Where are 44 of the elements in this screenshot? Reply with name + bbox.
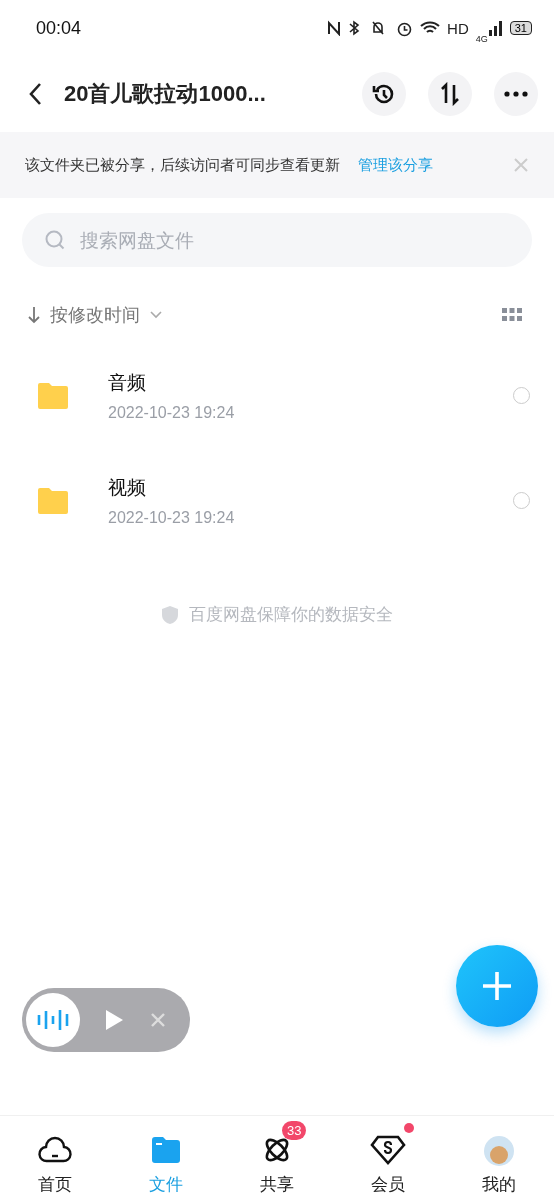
folder-title: 20首儿歌拉动1000... bbox=[64, 80, 267, 108]
folder-row[interactable]: 视频 2022-10-23 19:24 bbox=[0, 448, 554, 553]
folder-date: 2022-10-23 19:24 bbox=[108, 403, 236, 422]
cloud-icon bbox=[38, 1136, 73, 1164]
chevron-icon bbox=[150, 311, 162, 319]
folder-date: 2022-10-23 19:24 bbox=[108, 508, 236, 527]
hd-label: HD bbox=[447, 19, 469, 37]
close-icon[interactable] bbox=[150, 1012, 166, 1028]
folder-icon bbox=[151, 1136, 182, 1164]
bluetooth-icon bbox=[348, 20, 361, 36]
down-arrow-icon bbox=[28, 306, 40, 324]
nav-tab[interactable]: 33 共享 bbox=[221, 1116, 333, 1200]
status-time: 00:04 bbox=[36, 17, 82, 39]
signal-icon bbox=[488, 20, 503, 36]
history-button[interactable] bbox=[362, 72, 406, 116]
back-icon[interactable] bbox=[28, 82, 42, 106]
folder-name: 音频 bbox=[108, 369, 147, 395]
folder-icon bbox=[36, 485, 70, 516]
avatar-icon bbox=[481, 1133, 516, 1167]
nav-tab[interactable]: 首页 bbox=[0, 1116, 111, 1200]
shield-icon bbox=[161, 604, 179, 625]
close-icon[interactable] bbox=[514, 158, 528, 172]
search-icon bbox=[44, 229, 66, 251]
battery-level: 31 bbox=[509, 21, 532, 35]
diamond-icon bbox=[369, 1135, 406, 1165]
security-note: 百度网盘保障你的数据安全 bbox=[189, 603, 393, 626]
plus-icon bbox=[481, 970, 513, 1002]
nfc-icon bbox=[327, 20, 342, 36]
grid-view-icon[interactable] bbox=[502, 308, 522, 322]
network-label: 4G bbox=[475, 34, 488, 44]
play-icon[interactable] bbox=[104, 1008, 124, 1032]
folder-row[interactable]: 音频 2022-10-23 19:24 bbox=[0, 343, 554, 448]
more-button[interactable] bbox=[494, 72, 538, 116]
notification-count: 33 bbox=[282, 1121, 307, 1140]
search-field[interactable]: 搜索网盘文件 bbox=[22, 213, 532, 267]
audio-wave-icon bbox=[26, 993, 80, 1047]
add-button[interactable] bbox=[456, 945, 538, 1027]
more-icon bbox=[504, 91, 528, 97]
folder-icon bbox=[36, 380, 70, 411]
folder-name: 视频 bbox=[108, 474, 147, 500]
sort-button[interactable] bbox=[428, 72, 472, 116]
nav-tab[interactable]: 会员 bbox=[332, 1116, 444, 1200]
nav-tab[interactable]: 我的 bbox=[443, 1116, 554, 1200]
share-message: 该文件夹已被分享，后续访问者可同步查看更新 bbox=[25, 155, 340, 175]
